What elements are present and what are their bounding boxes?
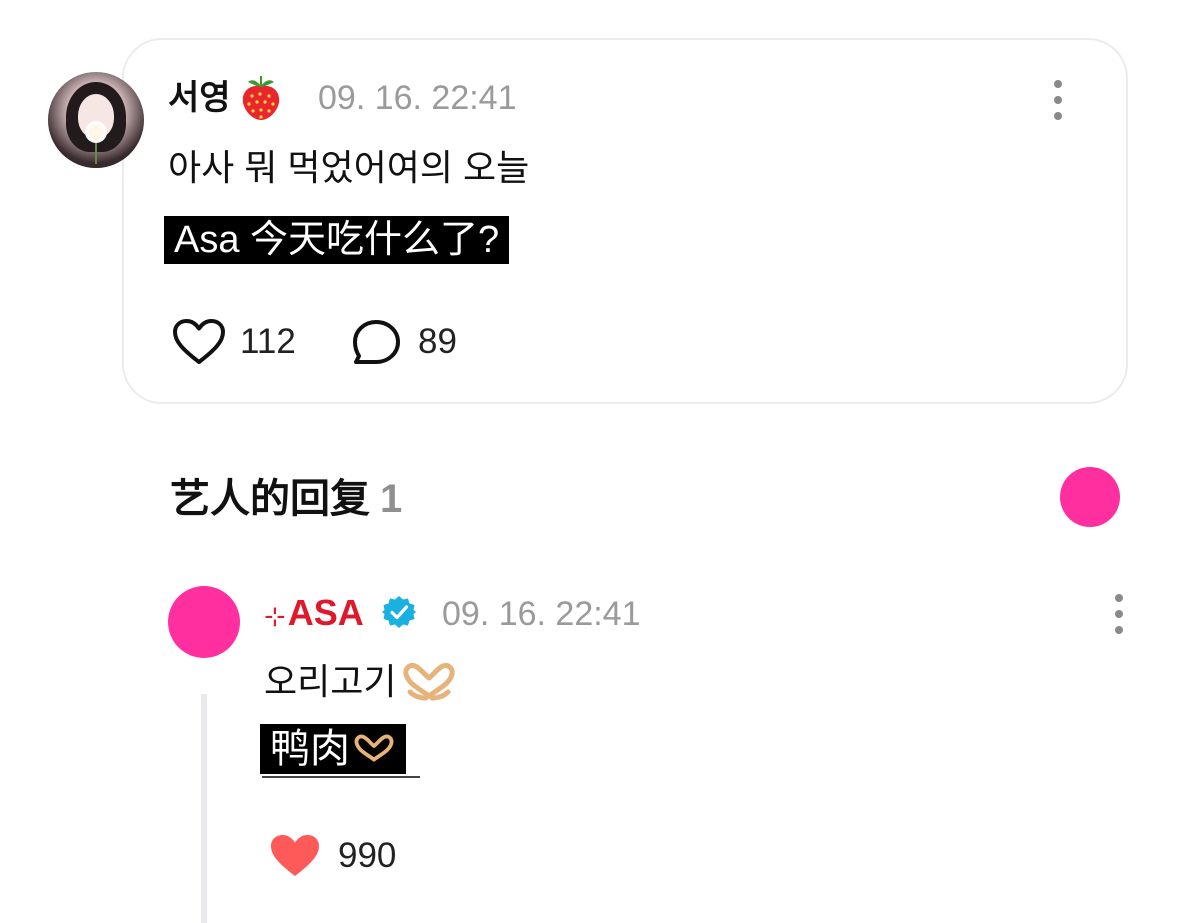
reply-translation-text: 鸭肉 — [270, 727, 350, 771]
heart-filled-icon — [271, 835, 319, 876]
heart-hands-emoji — [403, 663, 456, 701]
reply-more-icon[interactable] — [1113, 594, 1125, 634]
like-button[interactable]: 112 — [172, 318, 296, 366]
post-translation: Asa 今天吃什么了? — [164, 216, 510, 264]
artist-replies-count: 1 — [380, 477, 403, 521]
user-avatar[interactable] — [48, 72, 144, 168]
post-timestamp: 09. 16. 22:41 — [318, 79, 517, 117]
reply-like-count: 990 — [338, 836, 397, 875]
reply-text-content: 오리고기 — [264, 661, 397, 702]
reply-text: 오리고기 — [264, 660, 458, 704]
strawberry-icon — [242, 76, 280, 120]
thread-line — [201, 694, 207, 923]
artist-avatar[interactable] — [168, 586, 240, 658]
translation-underline — [262, 776, 420, 778]
artist-name-text: ASA — [287, 592, 364, 633]
avatar-flower — [88, 124, 104, 140]
post-text: 아사 뭐 먹었어여의 오늘 — [168, 147, 530, 188]
heart-hands-emoji-translation — [354, 734, 394, 762]
artist-name[interactable]: ⊹ASA — [264, 592, 364, 637]
artist-avatar-badge[interactable] — [1060, 467, 1120, 527]
reply-timestamp: 09. 16. 22:41 — [442, 595, 641, 633]
post-username[interactable]: 서영 — [168, 78, 231, 118]
heart-outline-icon — [173, 319, 225, 364]
artist-replies-title: 艺人的回复 — [170, 477, 370, 521]
comment-count: 89 — [418, 322, 457, 361]
artist-replies-header: 艺人的回复 1 — [170, 476, 402, 522]
comment-button[interactable]: 89 — [352, 318, 457, 366]
artist-sparkle: ⊹ — [264, 601, 286, 631]
more-icon[interactable] — [1052, 80, 1064, 120]
reply-like-button[interactable]: 990 — [268, 832, 396, 880]
verified-badge-icon — [382, 596, 416, 628]
avatar-flower-stem — [95, 138, 97, 164]
like-count: 112 — [240, 322, 296, 361]
reply-translation: 鸭肉 — [260, 724, 406, 774]
comment-icon — [353, 320, 400, 364]
